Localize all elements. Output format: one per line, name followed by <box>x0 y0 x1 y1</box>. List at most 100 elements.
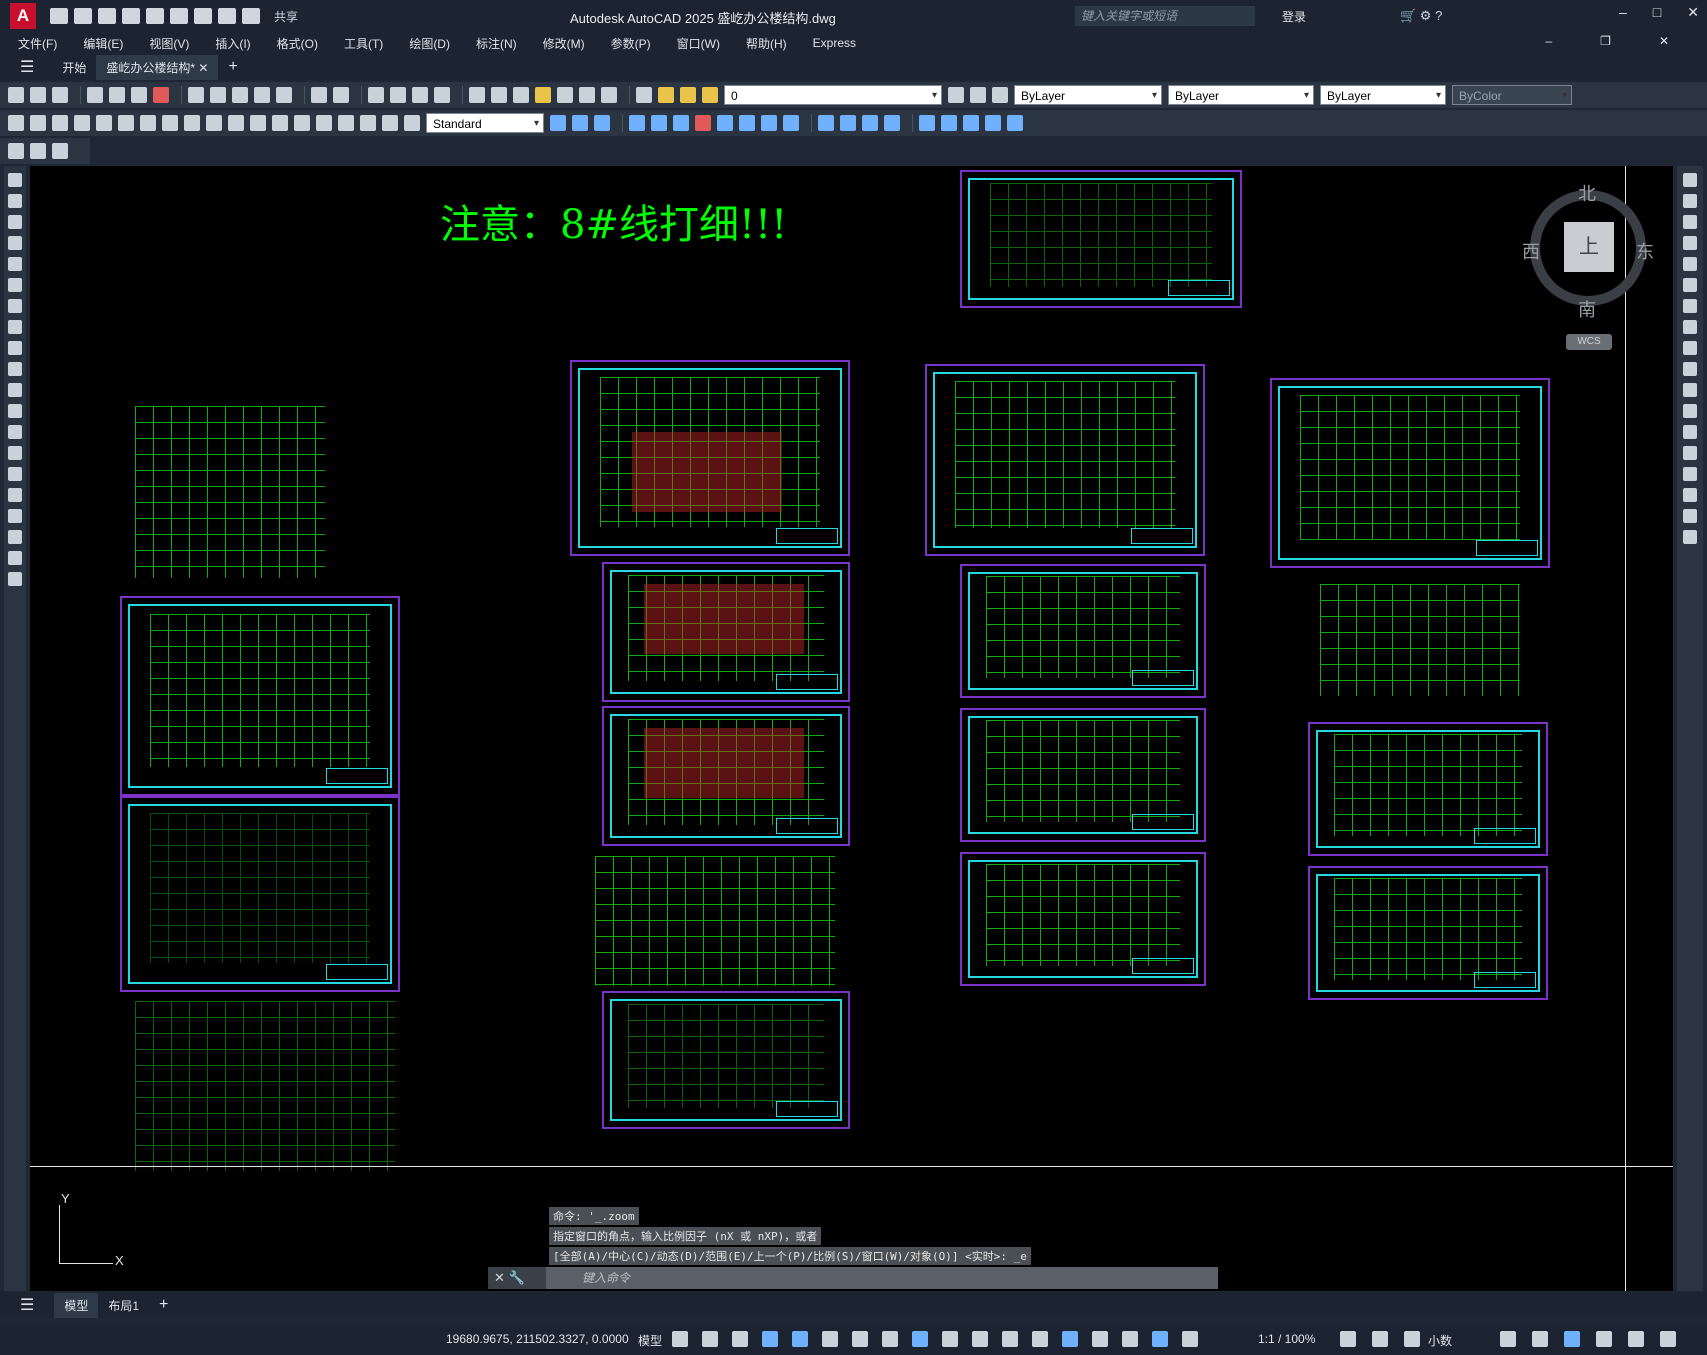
menu-modify[interactable]: 修改(M) <box>543 35 585 52</box>
redo-icon[interactable] <box>333 87 349 103</box>
command-input[interactable]: 键入命令 <box>546 1267 1218 1289</box>
menu-express[interactable]: Express <box>813 36 856 50</box>
design-center-icon[interactable] <box>491 87 507 103</box>
save-as-icon[interactable] <box>122 8 140 24</box>
drawing-sheet-stair-details[interactable] <box>602 991 850 1129</box>
match-properties-icon[interactable] <box>254 87 270 103</box>
transparency-icon[interactable] <box>972 1331 988 1347</box>
drawing-sheet-pile-plan[interactable] <box>120 596 400 796</box>
drawing-sheet-slab-plan-2[interactable] <box>960 564 1206 698</box>
open-web-icon[interactable] <box>146 8 164 24</box>
block-editor-icon[interactable] <box>276 87 292 103</box>
revision-cloud-icon[interactable] <box>8 320 22 334</box>
drawing-minimize-icon[interactable]: – <box>1545 34 1552 48</box>
copy-edges-icon[interactable] <box>941 115 957 131</box>
dim-update-icon[interactable] <box>404 115 420 131</box>
drawing-sheet-foundation-details[interactable] <box>120 796 400 992</box>
solidedit-icon[interactable] <box>1007 115 1023 131</box>
3d-print-icon[interactable] <box>153 87 169 103</box>
rectangle-icon[interactable] <box>8 257 22 271</box>
drawing-sheet-beam-plan-3[interactable] <box>602 706 850 846</box>
gradient-icon[interactable] <box>8 488 22 502</box>
make-block-icon[interactable] <box>8 425 22 439</box>
quickcalc-icon[interactable] <box>579 87 595 103</box>
rotate-icon[interactable] <box>1683 299 1697 313</box>
construction-line-icon[interactable] <box>8 194 22 208</box>
plotstyle-dropdown[interactable]: ByColor <box>1452 85 1572 106</box>
lock-ui-icon[interactable] <box>1532 1331 1548 1347</box>
break-icon[interactable] <box>1683 425 1697 439</box>
zoom-realtime-icon[interactable] <box>390 87 406 103</box>
layer-previous-icon[interactable] <box>970 87 986 103</box>
aligned-dim-icon[interactable] <box>30 115 46 131</box>
zoom-previous-icon[interactable] <box>434 87 450 103</box>
menu-dimension[interactable]: 标注(N) <box>476 35 517 52</box>
clean-screen-icon[interactable] <box>1628 1331 1644 1347</box>
workspace-settings-icon[interactable] <box>30 143 46 159</box>
layer-dropdown[interactable]: 0 <box>724 85 942 106</box>
clean-icon[interactable] <box>840 115 856 131</box>
rotate-faces-icon[interactable] <box>717 115 733 131</box>
color-dropdown[interactable]: ByLayer <box>1014 85 1162 106</box>
auto-scale-icon[interactable] <box>1182 1331 1198 1347</box>
tab-start[interactable]: 开始 <box>52 55 96 80</box>
extend-icon[interactable] <box>1683 383 1697 397</box>
undo-icon[interactable] <box>311 87 327 103</box>
cut-icon[interactable] <box>188 87 204 103</box>
compass-east[interactable]: 东 <box>1636 238 1654 264</box>
drawing-close-icon[interactable]: ✕ <box>1659 34 1669 48</box>
shell-icon[interactable] <box>884 115 900 131</box>
tab-close-icon[interactable]: ✕ <box>198 61 208 75</box>
radius-dim-icon[interactable] <box>96 115 112 131</box>
customization-icon[interactable] <box>1660 1331 1676 1347</box>
paste-icon[interactable] <box>232 87 248 103</box>
dynamic-ucs-icon[interactable] <box>1062 1331 1078 1347</box>
color-edges-icon[interactable] <box>963 115 979 131</box>
lineweight-dropdown[interactable]: ByLayer <box>1320 85 1446 106</box>
line-icon[interactable] <box>8 173 22 187</box>
multiline-text-icon[interactable] <box>8 551 22 565</box>
menu-window[interactable]: 窗口(W) <box>677 35 720 52</box>
wcs-menu[interactable]: WCS <box>1566 334 1612 350</box>
plot-preview-icon[interactable] <box>109 87 125 103</box>
units-icon[interactable] <box>1404 1331 1420 1347</box>
color-faces-icon[interactable] <box>783 115 799 131</box>
drawing-sheet-general-notes[interactable] <box>960 170 1242 308</box>
trim-icon[interactable] <box>1683 362 1697 376</box>
dim-space-icon[interactable] <box>250 115 266 131</box>
add-selected-icon[interactable] <box>8 572 22 586</box>
help-icon[interactable] <box>601 87 617 103</box>
help-icon[interactable]: 🛒 ⚙ ? <box>1400 8 1442 24</box>
scale-icon[interactable] <box>1683 320 1697 334</box>
polar-tracking-icon[interactable] <box>822 1331 838 1347</box>
quick-dim-icon[interactable] <box>184 115 200 131</box>
save-web-icon[interactable] <box>170 8 188 24</box>
chamfer-icon[interactable] <box>1683 467 1697 481</box>
pan-icon[interactable] <box>368 87 384 103</box>
infer-constraints-icon[interactable] <box>732 1331 748 1347</box>
offset-faces-icon[interactable] <box>673 115 689 131</box>
new-tab-icon[interactable]: + <box>218 54 247 80</box>
blend-curves-icon[interactable] <box>1683 509 1697 523</box>
workspace-icon[interactable] <box>8 143 24 159</box>
intersect-icon[interactable] <box>594 115 610 131</box>
menu-format[interactable]: 格式(O) <box>277 35 318 52</box>
drawing-canvas[interactable] <box>30 166 1673 1291</box>
new-icon[interactable] <box>50 8 68 24</box>
menu-help[interactable]: 帮助(H) <box>746 35 787 52</box>
drawing-sheet-slab-plan-4[interactable] <box>960 852 1206 986</box>
share-button[interactable]: 共享 <box>274 8 298 25</box>
drawing-sheet-column-plan-1[interactable] <box>1270 378 1550 568</box>
close-icon[interactable]: ✕ <box>1687 4 1699 21</box>
viewcube-top-face[interactable]: 上 <box>1564 222 1614 272</box>
layout-menu-icon[interactable]: ☰ <box>20 1295 34 1315</box>
stretch-icon[interactable] <box>1683 341 1697 355</box>
delete-faces-icon[interactable] <box>695 115 711 131</box>
gizmo-icon[interactable] <box>1122 1331 1138 1347</box>
tab-drawing[interactable]: 盛屹办公楼结构* ✕ <box>96 54 219 80</box>
offset-icon[interactable] <box>1683 236 1697 250</box>
coordinates-readout[interactable]: 19680.9675, 211502.3327, 0.0000 <box>446 1332 629 1346</box>
array-icon[interactable] <box>1683 257 1697 271</box>
menu-edit[interactable]: 编辑(E) <box>83 35 123 52</box>
sheet-set-icon[interactable] <box>535 87 551 103</box>
